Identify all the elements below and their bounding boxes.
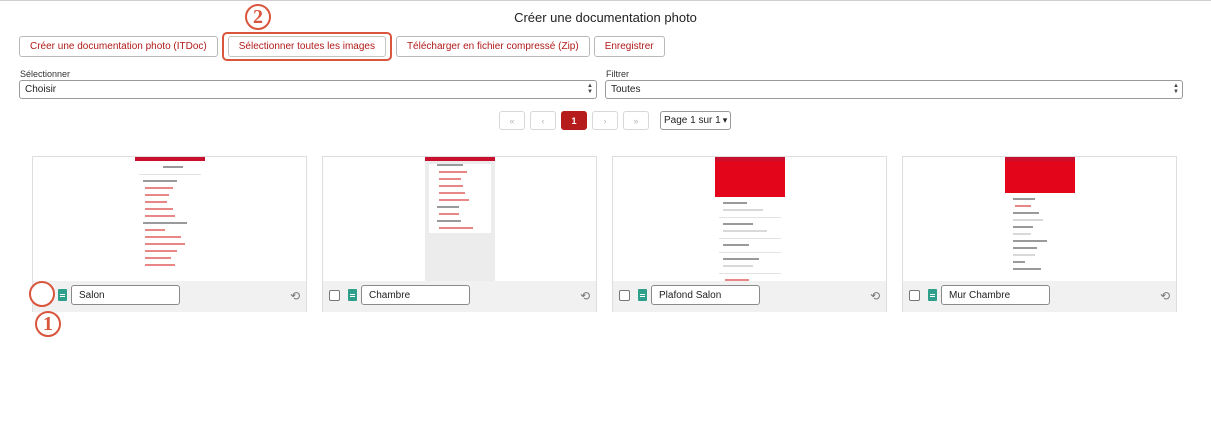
next-page-button[interactable]: › xyxy=(592,111,618,130)
photo-card: Chambre ⟲ xyxy=(322,156,597,312)
card-footer: Chambre ⟲ xyxy=(323,281,596,312)
select-value: Choisir xyxy=(25,84,57,95)
rotate-icon[interactable]: ⟲ xyxy=(1160,289,1170,303)
page-select[interactable]: Page 1 sur 1 ▾ xyxy=(660,111,732,130)
card-footer: Plafond Salon ⟲ xyxy=(613,281,886,312)
page-select-value: Page 1 sur 1 xyxy=(664,115,721,126)
filter-value: Toutes xyxy=(611,84,641,95)
card-footer: Mur Chambre ⟲ xyxy=(903,281,1176,312)
select-checkbox[interactable] xyxy=(909,290,920,301)
photo-thumbnail[interactable] xyxy=(33,157,306,281)
photo-card: Mur Chambre ⟲ xyxy=(902,156,1177,312)
image-name-input[interactable]: Plafond Salon xyxy=(651,285,760,305)
first-page-button[interactable]: « xyxy=(499,111,525,130)
image-name-input[interactable]: Chambre xyxy=(361,285,470,305)
updown-arrows-icon: ▲ ▼ xyxy=(587,83,593,95)
chevron-down-icon: ▾ xyxy=(722,115,728,125)
image-name-input[interactable]: Mur Chambre xyxy=(941,285,1050,305)
filter-label: Filtrer xyxy=(606,69,629,79)
file-icon xyxy=(928,289,937,301)
page-title: Créer une documentation photo xyxy=(514,10,697,25)
select-dropdown[interactable]: Choisir ▲ ▼ xyxy=(19,80,597,99)
prev-page-button[interactable]: ‹ xyxy=(530,111,556,130)
pagination: « ‹ 1 › » Page 1 sur 1 ▾ xyxy=(499,111,732,130)
photo-card: Plafond Salon ⟲ xyxy=(612,156,887,312)
file-icon xyxy=(638,289,647,301)
file-icon xyxy=(348,289,357,301)
updown-arrows-icon: ▲ ▼ xyxy=(1173,83,1179,95)
screenshot-image xyxy=(715,157,785,288)
card-footer: Salon ⟲ xyxy=(33,281,306,312)
photo-thumbnail[interactable] xyxy=(613,157,886,288)
select-checkbox[interactable] xyxy=(329,290,340,301)
screenshot-image xyxy=(1005,157,1075,281)
select-all-images-button[interactable]: Sélectionner toutes les images xyxy=(227,36,386,57)
rotate-icon[interactable]: ⟲ xyxy=(290,289,300,303)
checkbox-highlight xyxy=(29,281,55,307)
image-name-input[interactable]: Salon xyxy=(71,285,180,305)
last-page-button[interactable]: » xyxy=(623,111,649,130)
toolbar: Créer une documentation photo (ITDoc) Sé… xyxy=(19,32,669,61)
create-itdoc-button[interactable]: Créer une documentation photo (ITDoc) xyxy=(19,36,218,57)
photo-thumbnail[interactable] xyxy=(323,157,596,281)
select-label: Sélectionner xyxy=(20,69,71,79)
photo-thumbnail[interactable] xyxy=(903,157,1176,281)
callout-1: 1 xyxy=(35,311,61,337)
rotate-icon[interactable]: ⟲ xyxy=(580,289,590,303)
filter-dropdown[interactable]: Toutes ▲ ▼ xyxy=(605,80,1183,99)
page-1-button[interactable]: 1 xyxy=(561,111,587,130)
screenshot-image xyxy=(135,157,205,281)
save-button[interactable]: Enregistrer xyxy=(593,36,665,57)
download-zip-button[interactable]: Télécharger en fichier compressé (Zip) xyxy=(395,36,590,57)
callout-2: 2 xyxy=(245,4,271,30)
rotate-icon[interactable]: ⟲ xyxy=(870,289,880,303)
screenshot-image xyxy=(425,157,495,281)
file-icon xyxy=(58,289,67,301)
select-checkbox[interactable] xyxy=(619,290,630,301)
photo-card: Salon ⟲ xyxy=(32,156,307,312)
select-all-images-button-highlight[interactable]: Sélectionner toutes les images xyxy=(221,32,392,61)
top-border xyxy=(0,0,1211,1)
